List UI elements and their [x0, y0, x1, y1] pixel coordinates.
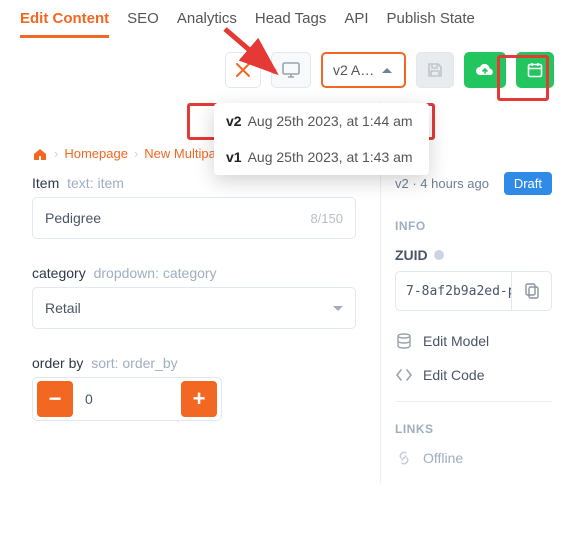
tab-edit-content[interactable]: Edit Content	[20, 10, 109, 38]
decrement-button[interactable]: −	[37, 381, 73, 417]
copy-button[interactable]	[511, 272, 551, 310]
field-label-sub: dropdown: category	[94, 265, 217, 281]
status-dot-icon	[434, 250, 444, 260]
edit-model-label: Edit Model	[423, 333, 489, 349]
field-orderby: order by sort: order_by − 0 +	[32, 355, 356, 421]
version-option-label: Aug 25th 2023, at 1:43 am	[248, 149, 413, 165]
tab-publish-state[interactable]: Publish State	[387, 10, 475, 38]
version-select-label: v2 A…	[333, 62, 374, 78]
item-input[interactable]: Pedigree 8/150	[32, 197, 356, 239]
field-label: Item text: item	[32, 175, 356, 191]
version-option[interactable]: v1 Aug 25th 2023, at 1:43 am	[214, 139, 429, 175]
version-dropdown: v2 Aug 25th 2023, at 1:44 am v1 Aug 25th…	[214, 103, 429, 175]
category-select-value: Retail	[45, 300, 81, 316]
field-label-sub: text: item	[67, 175, 124, 191]
field-label: category dropdown: category	[32, 265, 356, 281]
save-button[interactable]	[416, 52, 454, 88]
field-label: order by sort: order_by	[32, 355, 356, 371]
divider	[395, 401, 552, 402]
version-option[interactable]: v2 Aug 25th 2023, at 1:44 am	[214, 103, 429, 139]
version-option-v: v1	[226, 149, 242, 165]
toolbar: v2 A…	[0, 38, 570, 102]
field-label-text: category	[32, 265, 86, 281]
tab-analytics[interactable]: Analytics	[177, 10, 237, 38]
field-item: Item text: item Pedigree 8/150	[32, 175, 356, 239]
edit-model-link[interactable]: Edit Model	[395, 333, 552, 349]
offline-link: Offline	[395, 450, 552, 466]
save-icon	[427, 62, 443, 78]
edit-code-label: Edit Code	[423, 367, 484, 383]
field-label-sub: sort: order_by	[91, 355, 177, 371]
version-select[interactable]: v2 A…	[321, 52, 406, 88]
section-head-links: LINKS	[395, 422, 552, 436]
orderby-value[interactable]: 0	[85, 391, 169, 407]
copy-icon	[525, 283, 539, 299]
tab-head-tags[interactable]: Head Tags	[255, 10, 326, 38]
cloud-upload-icon	[475, 63, 495, 77]
chevron-down-icon	[333, 306, 343, 311]
zuid-label: ZUID	[395, 247, 552, 263]
preview-button[interactable]	[271, 52, 311, 88]
zuid-box: 7-8af2b9a2ed-p	[395, 271, 552, 311]
status-badge: Draft	[504, 172, 552, 195]
version-option-v: v2	[226, 113, 242, 129]
meta-row: v2 · 4 hours ago Draft	[395, 172, 552, 195]
caret-up-icon	[382, 68, 392, 73]
tabs-bar: Edit Content SEO Analytics Head Tags API…	[0, 0, 570, 38]
field-category: category dropdown: category Retail	[32, 265, 356, 329]
orderby-stepper: − 0 +	[32, 377, 222, 421]
field-label-text: order by	[32, 355, 83, 371]
char-counter: 8/150	[310, 211, 343, 226]
breadcrumb-sep: ›	[54, 146, 58, 161]
offline-label: Offline	[423, 450, 463, 466]
database-icon	[395, 333, 413, 349]
close-icon	[236, 63, 250, 77]
zuid-value[interactable]: 7-8af2b9a2ed-p	[396, 272, 511, 310]
unlink-icon	[395, 450, 413, 466]
section-head-info: INFO	[395, 219, 552, 233]
tab-seo[interactable]: SEO	[127, 10, 159, 38]
edit-code-link[interactable]: Edit Code	[395, 367, 552, 383]
close-button[interactable]	[225, 52, 261, 88]
tab-api[interactable]: API	[344, 10, 368, 38]
increment-button[interactable]: +	[181, 381, 217, 417]
publish-button[interactable]	[464, 52, 506, 88]
home-icon[interactable]	[32, 147, 48, 161]
schedule-button[interactable]	[516, 52, 554, 88]
item-input-value: Pedigree	[45, 210, 101, 226]
field-label-text: Item	[32, 175, 59, 191]
category-select[interactable]: Retail	[32, 287, 356, 329]
breadcrumb-item[interactable]: Homepage	[64, 146, 128, 161]
breadcrumb-sep: ›	[134, 146, 138, 161]
version-option-label: Aug 25th 2023, at 1:44 am	[248, 113, 413, 129]
monitor-icon	[282, 62, 300, 78]
code-icon	[395, 369, 413, 381]
calendar-icon	[527, 62, 543, 78]
meta-version: v2 · 4 hours ago	[395, 176, 489, 191]
